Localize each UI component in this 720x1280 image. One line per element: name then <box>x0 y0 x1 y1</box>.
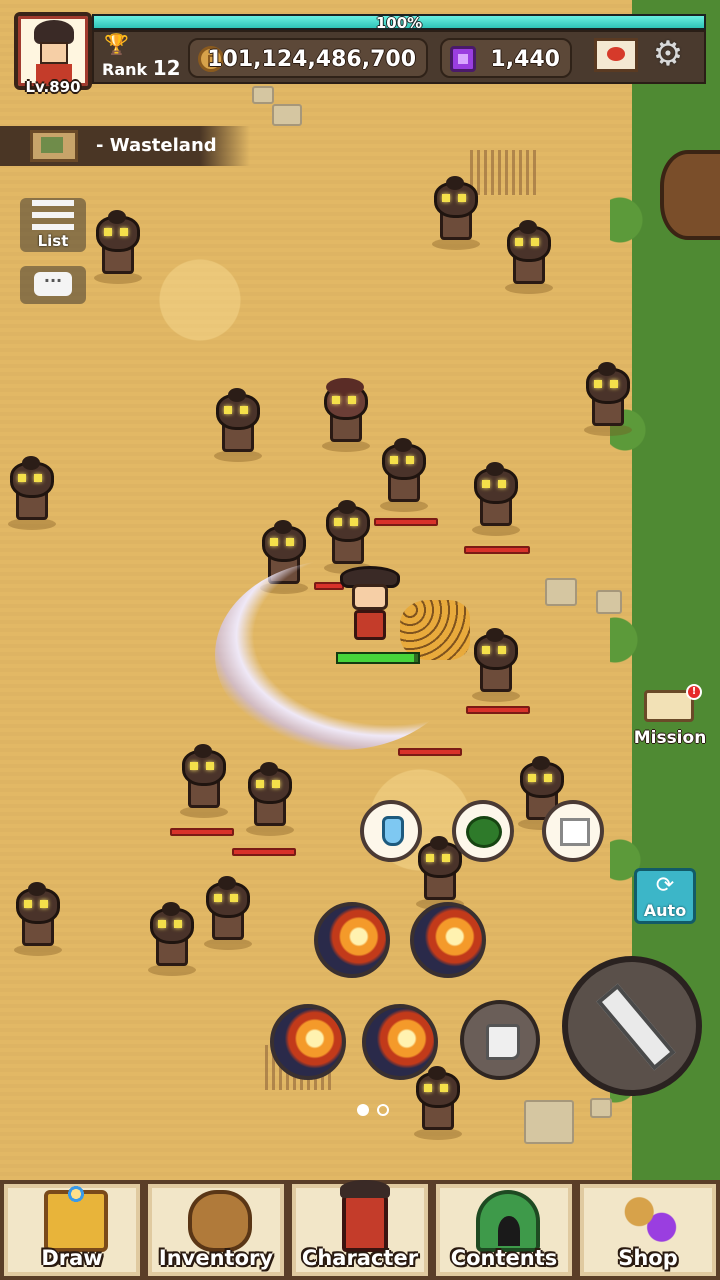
refresh-icon: ⟳ <box>655 873 675 898</box>
enemy-hp-bar <box>464 546 530 554</box>
enemy-tribesman[interactable] <box>146 902 198 976</box>
player-hp-bar <box>336 652 420 664</box>
nav-character[interactable]: Character <box>288 1180 432 1280</box>
fire-slash-skill-button[interactable] <box>314 902 390 978</box>
potion-icon <box>382 816 404 846</box>
chat-button[interactable]: ··· <box>20 266 86 304</box>
enemy-tribesman[interactable] <box>202 876 254 950</box>
attack-button[interactable] <box>562 956 702 1096</box>
chat-icon: ··· <box>34 272 72 296</box>
nav-label: Contents <box>450 1246 558 1270</box>
enemy-hp-bar <box>170 828 234 836</box>
area-name: - Wasteland <box>96 135 217 156</box>
page-dot-inactive[interactable] <box>377 1104 389 1116</box>
skill-page-indicator[interactable] <box>355 1104 395 1118</box>
coin-counter[interactable]: 101,124,486,700 <box>188 38 428 78</box>
nav-inventory[interactable]: Inventory <box>144 1180 288 1280</box>
notification-badge: ! <box>686 684 702 700</box>
winged-boot-icon <box>486 1024 520 1060</box>
list-label: List <box>37 232 69 250</box>
nav-label: Inventory <box>158 1246 274 1270</box>
map-icon <box>30 130 78 162</box>
enemy-tribesman[interactable] <box>212 388 264 462</box>
trophy-icon: 🏆 <box>104 32 129 56</box>
enemy-tribesman[interactable] <box>582 362 634 436</box>
tree-stump <box>660 150 720 240</box>
enemy-tribesman[interactable] <box>470 462 522 536</box>
enemy-tribesman[interactable] <box>12 882 64 956</box>
treasure-chest-icon <box>44 1186 108 1252</box>
rank-value: 12 <box>152 56 181 80</box>
list-button[interactable]: List <box>20 198 86 252</box>
page-dot-active[interactable] <box>357 1104 369 1116</box>
mission-button[interactable]: ! Mission <box>630 684 710 754</box>
bag-icon <box>188 1190 252 1252</box>
enemy-tribeswoman[interactable] <box>320 378 372 452</box>
sword-icon <box>596 983 676 1071</box>
bottom-nav: Draw Inventory Character Contents Shop <box>0 1180 720 1280</box>
herb-icon <box>466 816 502 848</box>
tofu-icon <box>560 818 590 846</box>
enemy-hp-bar <box>466 706 530 714</box>
gem-value: 1,440 <box>490 47 560 72</box>
enemy-tribesman[interactable] <box>412 1066 464 1140</box>
nav-contents[interactable]: Contents <box>432 1180 576 1280</box>
area-banner[interactable]: - Wasteland <box>0 126 250 166</box>
stone-tile <box>596 590 622 614</box>
fire-slash-skill-button[interactable] <box>362 1004 438 1080</box>
rank-label: Rank <box>102 60 148 79</box>
rank-display[interactable]: Rank 12 <box>102 56 181 80</box>
character-icon <box>340 1180 390 1252</box>
fire-slash-skill-button[interactable] <box>270 1004 346 1080</box>
dash-skill-button[interactable] <box>460 1000 540 1080</box>
player-level: Lv.890 <box>25 78 81 96</box>
mail-button[interactable] <box>594 38 638 72</box>
enemy-tribesman[interactable] <box>378 438 430 512</box>
enemy-hp-bar <box>398 748 462 756</box>
enemy-hp-bar <box>232 848 296 856</box>
stone-tile <box>524 1100 574 1144</box>
nav-shop[interactable]: Shop <box>576 1180 720 1280</box>
nav-draw[interactable]: Draw <box>0 1180 144 1280</box>
enemy-tribesman[interactable] <box>244 762 296 836</box>
enemy-tribesman[interactable] <box>6 456 58 530</box>
top-hud: 100% Lv.890 🏆 Rank 12 101,124,486,700 1,… <box>0 0 720 100</box>
enemy-tribesman[interactable] <box>503 220 555 294</box>
mission-label: Mission <box>633 728 707 748</box>
enemy-tribesman[interactable] <box>178 744 230 818</box>
enemy-hp-bar <box>374 518 438 526</box>
herb-slot[interactable] <box>452 800 514 862</box>
stone-tile <box>545 578 577 606</box>
coins-gems-icon <box>620 1190 684 1252</box>
enemy-tribesman[interactable] <box>92 210 144 284</box>
stone-tile <box>590 1098 612 1118</box>
tofu-slot[interactable] <box>542 800 604 862</box>
exp-bar: 100% <box>92 14 706 32</box>
nav-label: Draw <box>41 1246 103 1270</box>
cave-icon <box>476 1190 540 1252</box>
player-character <box>340 566 400 646</box>
enemy-tribesman[interactable] <box>470 628 522 702</box>
fire-slash-skill-button[interactable] <box>410 902 486 978</box>
nav-label: Character <box>301 1246 419 1270</box>
list-icon <box>32 200 74 236</box>
auto-label: Auto <box>643 901 687 920</box>
gear-icon[interactable]: ⚙ <box>650 36 686 72</box>
gem-counter[interactable]: 1,440 <box>440 38 572 78</box>
leopard-pet <box>400 600 470 660</box>
nav-label: Shop <box>618 1246 678 1270</box>
enemy-tribesman[interactable] <box>430 176 482 250</box>
stone-tile <box>272 104 302 126</box>
coin-value: 101,124,486,700 <box>207 47 416 72</box>
auto-button[interactable]: ⟳ Auto <box>634 868 696 924</box>
gem-icon <box>450 46 476 72</box>
potion-slot[interactable] <box>360 800 422 862</box>
